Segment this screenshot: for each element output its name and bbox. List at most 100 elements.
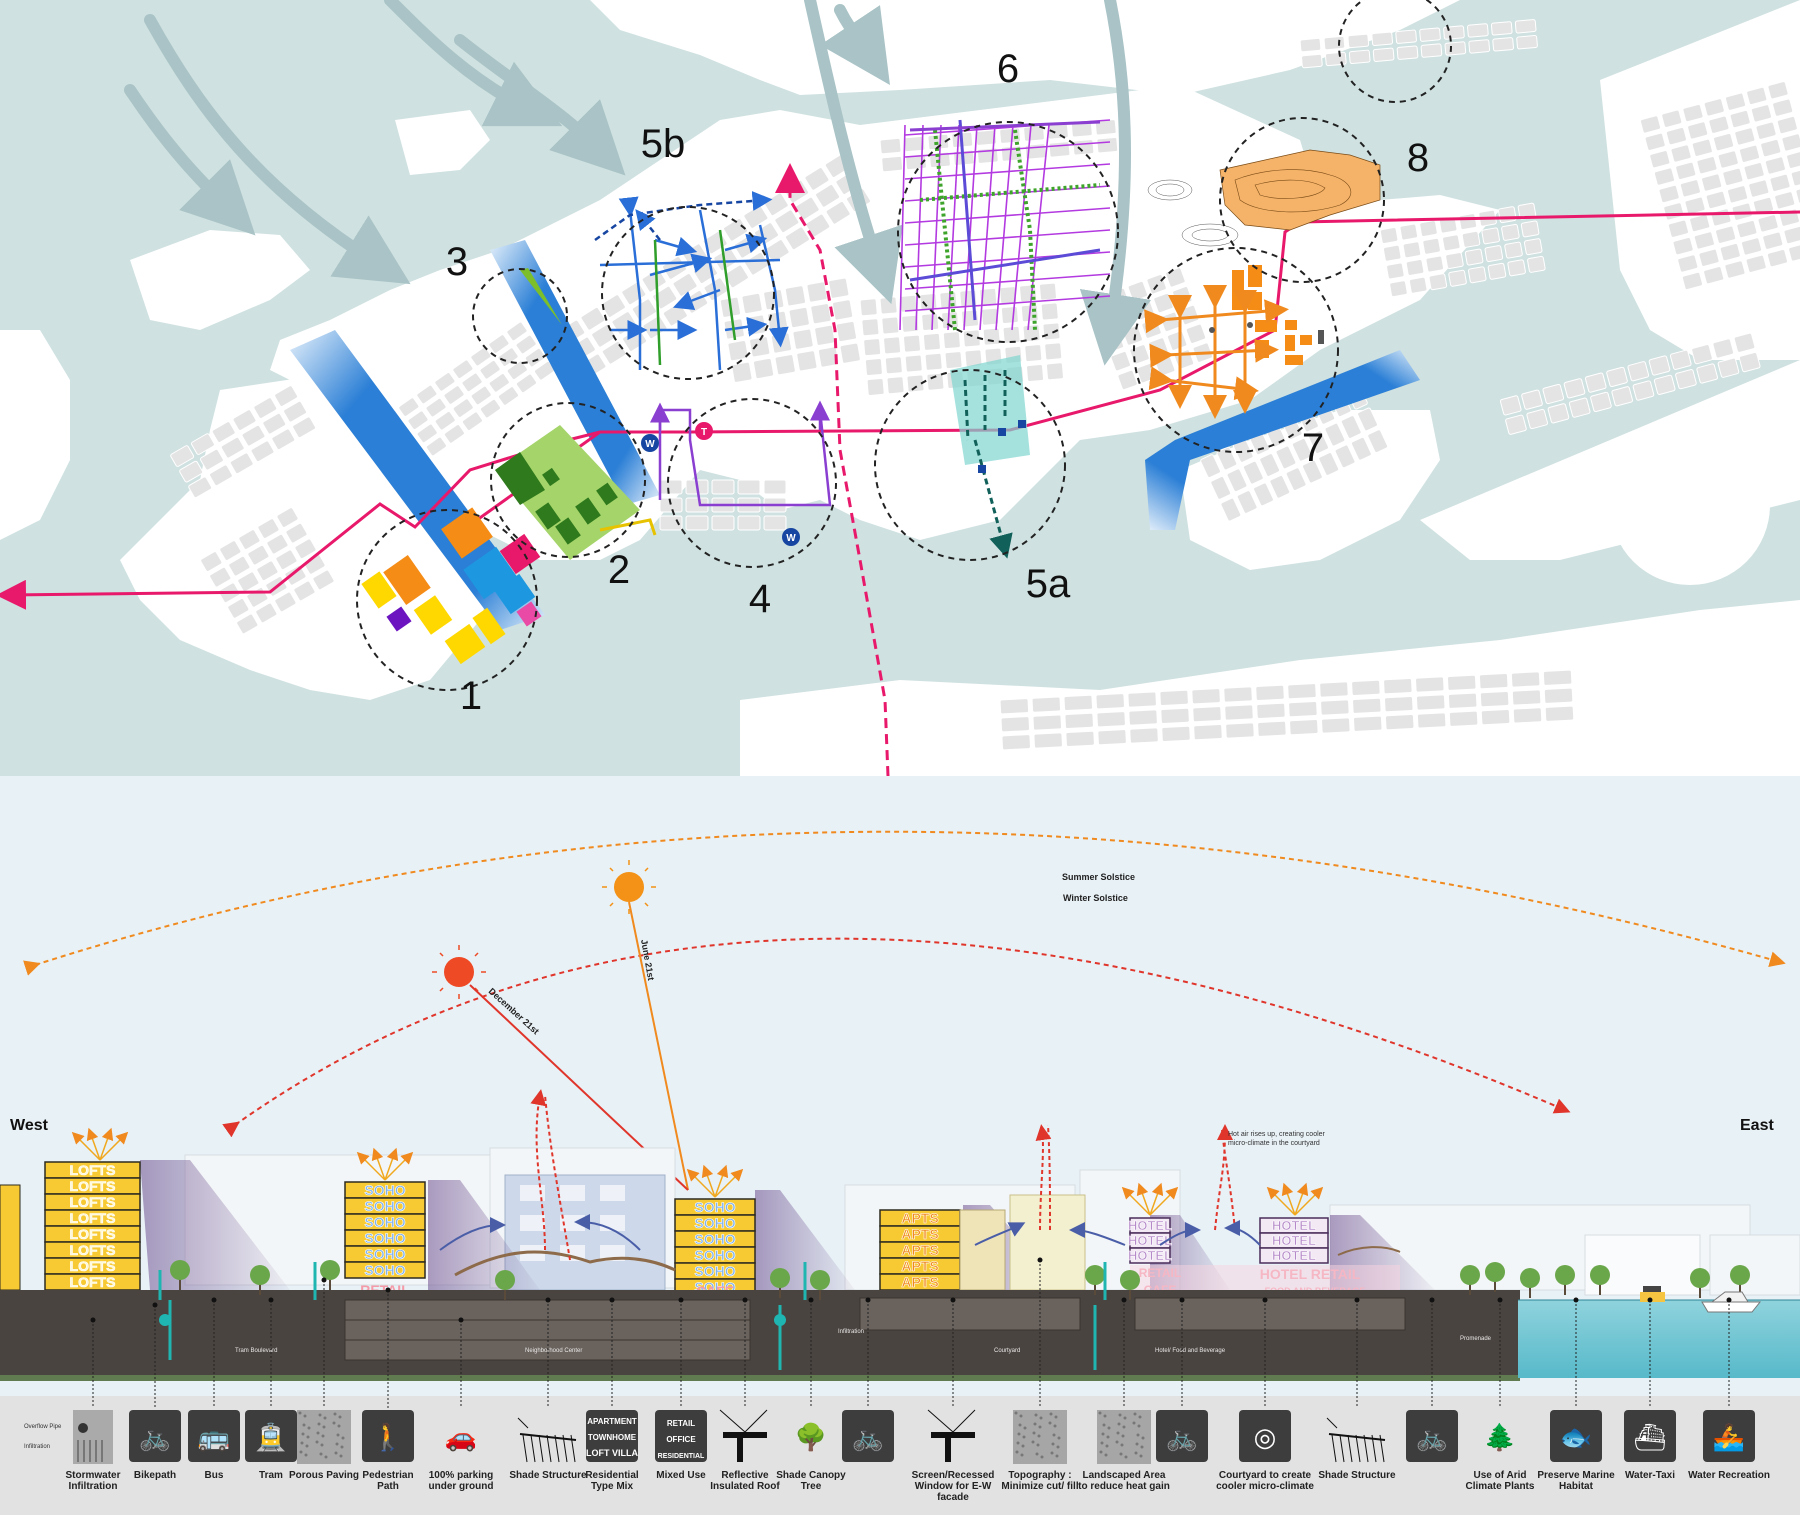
mixed-use-icon: RETAIL OFFICE RESIDENTIAL: [655, 1410, 707, 1462]
svg-text:Hot air rises up, creating coo: Hot air rises up, creating cooler: [1228, 1131, 1326, 1138]
svg-text:🌳: 🌳: [795, 1421, 827, 1452]
urban-design-diagram: W T W 1 2 3 4 5a 5b 6 7 8 Summer Solstic…: [0, 0, 1800, 1515]
svg-text:Infiltration: Infiltration: [69, 1481, 118, 1492]
legend-item: 🚲: [842, 1410, 894, 1462]
svg-text:🚲: 🚲: [1416, 1422, 1448, 1452]
svg-text:Shade Structure: Shade Structure: [1318, 1470, 1396, 1481]
svg-text:LOFTS: LOFTS: [70, 1194, 116, 1210]
pedestrian-icon: 🚶: [362, 1410, 414, 1462]
winter-solstice-label: Winter Solstice: [1063, 893, 1128, 903]
svg-text:🚌: 🚌: [198, 1422, 230, 1452]
bicycle-icon: 🚲: [129, 1410, 181, 1462]
zone-label-1: 1: [460, 674, 482, 718]
svg-text:HOTEL: HOTEL: [1128, 1248, 1172, 1263]
svg-text:T: T: [701, 427, 707, 438]
kayak-icon: 🚣: [1703, 1410, 1755, 1462]
bus-icon: 🚌: [188, 1410, 240, 1462]
svg-text:Courtyard to create: Courtyard to create: [1219, 1470, 1312, 1481]
zone-label-5a: 5a: [1026, 562, 1071, 606]
svg-text:SOHO: SOHO: [364, 1230, 405, 1246]
svg-text:APTS: APTS: [901, 1226, 938, 1242]
svg-text:HOTEL: HOTEL: [1272, 1233, 1316, 1248]
svg-text:100% parking: 100% parking: [429, 1470, 493, 1481]
svg-text:🚶: 🚶: [372, 1422, 404, 1452]
zone-label-2: 2: [608, 548, 630, 592]
svg-text:RETAIL: RETAIL: [667, 1419, 695, 1428]
svg-text:🚲: 🚲: [139, 1422, 171, 1452]
zone-label-4: 4: [749, 577, 771, 621]
svg-text:LOFT VILLA: LOFT VILLA: [586, 1448, 638, 1458]
svg-text:🚲: 🚲: [1166, 1422, 1198, 1452]
svg-text:Promenade: Promenade: [1460, 1336, 1492, 1342]
climate-section: Summer Solstice Winter Solstice June 21s…: [0, 776, 1800, 1396]
svg-text:Water Recreation: Water Recreation: [1688, 1470, 1770, 1481]
svg-text:Topography :: Topography :: [1008, 1470, 1071, 1481]
car-icon: 🚗: [445, 1422, 477, 1452]
tram-icon: 🚊: [245, 1410, 297, 1462]
svg-text:LOFTS: LOFTS: [70, 1258, 116, 1274]
svg-text:Tram: Tram: [259, 1470, 283, 1481]
fish-icon: 🐟: [1550, 1410, 1602, 1462]
svg-text:SOHO: SOHO: [694, 1247, 735, 1263]
svg-text:Mixed Use: Mixed Use: [656, 1470, 706, 1481]
legend-item: 🚶 PedestrianPath: [362, 1410, 414, 1492]
topography-icon: [1013, 1410, 1067, 1464]
svg-text:HOTEL: HOTEL: [1272, 1248, 1316, 1263]
zone-label-8: 8: [1407, 136, 1429, 180]
svg-text:SOHO: SOHO: [364, 1198, 405, 1214]
svg-text:SOHO: SOHO: [694, 1199, 735, 1215]
svg-text:Tree: Tree: [801, 1481, 822, 1492]
stormwater-icon: [73, 1410, 113, 1464]
site-plan-map: W T W 1234 5a5b678: [0, 0, 1800, 777]
svg-text:Screen/Recessed: Screen/Recessed: [912, 1470, 995, 1481]
soho-building-right: SOHOSOHOSOHOSOHOSOHOSOHO: [674, 1198, 756, 1296]
svg-text:Overflow Pipe: Overflow Pipe: [24, 1424, 62, 1430]
svg-text:LOFTS: LOFTS: [70, 1178, 116, 1194]
svg-text:SOHO: SOHO: [694, 1263, 735, 1279]
soho-building-left: SOHOSOHOSOHOSOHOSOHOSOHO: [344, 1181, 426, 1279]
svg-text:APTS: APTS: [901, 1242, 938, 1258]
svg-text:Infiltration: Infiltration: [838, 1329, 864, 1335]
svg-text:Habitat: Habitat: [1559, 1481, 1594, 1492]
svg-text:SOHO: SOHO: [364, 1214, 405, 1230]
svg-text:LOFTS: LOFTS: [70, 1242, 116, 1258]
svg-text:W: W: [645, 439, 655, 450]
svg-text:APTS: APTS: [901, 1274, 938, 1290]
svg-text:SOHO: SOHO: [364, 1246, 405, 1262]
lofts-building: LOFTSLOFTSLOFTSLOFTSLOFTSLOFTSLOFTSLOFTS: [44, 1161, 141, 1291]
zone-label-5b: 5b: [641, 122, 686, 166]
svg-text:APTS: APTS: [901, 1258, 938, 1274]
legend-item: StormwaterInfiltration: [65, 1410, 121, 1492]
svg-text:🚣: 🚣: [1713, 1422, 1745, 1452]
svg-text:Shade Canopy: Shade Canopy: [776, 1470, 846, 1481]
svg-text:SOHO: SOHO: [364, 1262, 405, 1278]
svg-text:Hotel/ Food and Beverage: Hotel/ Food and Beverage: [1155, 1348, 1226, 1354]
svg-text:Reflective: Reflective: [721, 1470, 769, 1481]
svg-text:LOFTS: LOFTS: [70, 1210, 116, 1226]
svg-text:Water-Taxi: Water-Taxi: [1625, 1470, 1675, 1481]
svg-text:RESIDENTIAL: RESIDENTIAL: [658, 1453, 705, 1460]
sea-water: [1518, 1300, 1800, 1378]
legend-item: Porous Paving: [289, 1410, 359, 1481]
svg-text:Shade Structure: Shade Structure: [509, 1470, 587, 1481]
summer-solstice-label: Summer Solstice: [1062, 872, 1135, 882]
legend-item: APARTMENT TOWNHOME LOFT VILLA ResidentialTy…: [585, 1410, 639, 1492]
svg-text:Stormwater: Stormwater: [65, 1470, 120, 1481]
landscape-icon: [1097, 1410, 1151, 1464]
svg-text:Bus: Bus: [205, 1470, 224, 1481]
transit-badge-w1: W: [641, 434, 659, 452]
svg-text:LOFTS: LOFTS: [70, 1274, 116, 1290]
legend-item: RETAIL OFFICE RESIDENTIAL Mixed Use: [655, 1410, 707, 1481]
svg-text:cooler micro-climate: cooler micro-climate: [1216, 1481, 1314, 1492]
svg-text:Bikepath: Bikepath: [134, 1470, 176, 1481]
bike-walk-tree-icon: 🚲: [1406, 1410, 1458, 1462]
svg-text:Insulated Roof: Insulated Roof: [710, 1481, 780, 1492]
legend-item: 🚲: [1406, 1410, 1458, 1462]
zone-label-7: 7: [1302, 426, 1324, 470]
svg-text:to reduce heat gain: to reduce heat gain: [1078, 1481, 1170, 1492]
svg-text:Window for E-W: Window for E-W: [915, 1481, 992, 1492]
svg-text:APARTMENT: APARTMENT: [587, 1417, 637, 1426]
svg-text:Use of Arid: Use of Arid: [1474, 1470, 1527, 1481]
svg-text:Path: Path: [377, 1481, 399, 1492]
svg-text:TOWNHOME: TOWNHOME: [588, 1433, 637, 1442]
